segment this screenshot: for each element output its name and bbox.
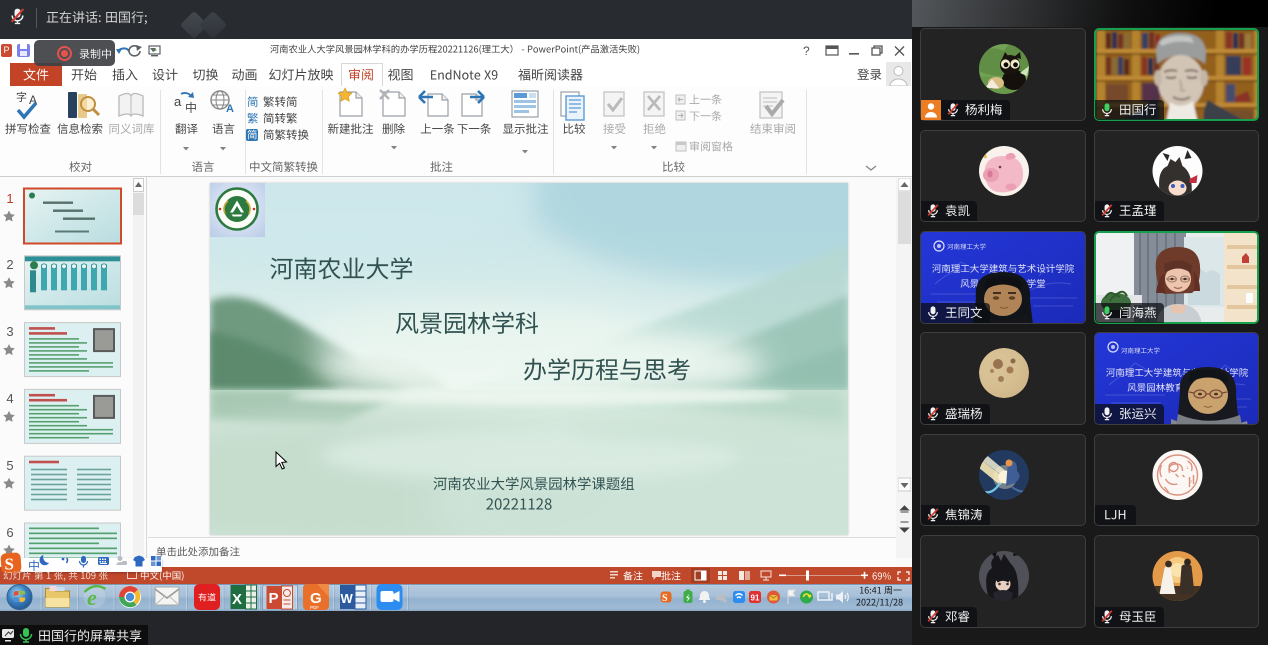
svg-text:a: a: [174, 94, 182, 109]
svg-text:W: W: [341, 591, 354, 606]
svg-text:S: S: [5, 555, 14, 574]
svg-text:S: S: [662, 593, 668, 604]
svg-text:A: A: [226, 103, 234, 115]
svg-text:91: 91: [751, 594, 760, 603]
svg-text:P: P: [269, 590, 279, 607]
svg-text:PDF: PDF: [310, 605, 319, 610]
svg-text:X: X: [232, 591, 242, 608]
svg-text:J: J: [1190, 479, 1192, 484]
